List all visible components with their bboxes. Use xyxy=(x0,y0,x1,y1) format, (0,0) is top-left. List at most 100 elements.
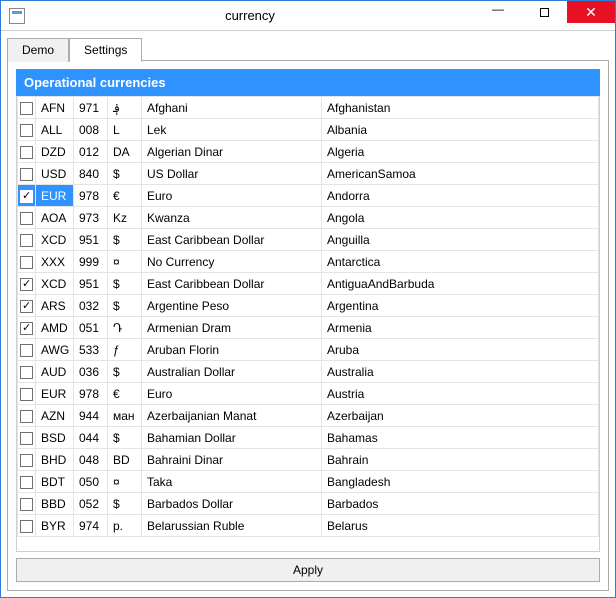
table-row[interactable]: XXX999¤No CurrencyAntarctica xyxy=(18,251,599,273)
currency-symbol: L xyxy=(108,119,142,141)
checkbox-cell[interactable] xyxy=(18,119,36,141)
table-row[interactable]: ALL008LLekAlbania xyxy=(18,119,599,141)
row-checkbox[interactable] xyxy=(20,454,33,467)
currency-symbol: € xyxy=(108,383,142,405)
checkbox-cell[interactable] xyxy=(18,339,36,361)
checkbox-cell[interactable] xyxy=(18,383,36,405)
currency-name: Belarussian Ruble xyxy=(142,515,322,537)
currency-symbol: $ xyxy=(108,427,142,449)
currency-name: East Caribbean Dollar xyxy=(142,273,322,295)
maximize-button[interactable] xyxy=(521,1,567,23)
table-row[interactable]: EUR978€EuroAustria xyxy=(18,383,599,405)
currency-symbol: ¤ xyxy=(108,251,142,273)
currency-name: Lek xyxy=(142,119,322,141)
checkbox-cell[interactable] xyxy=(18,295,36,317)
currency-symbol: Kz xyxy=(108,207,142,229)
checkbox-cell[interactable] xyxy=(18,185,36,207)
row-checkbox[interactable] xyxy=(20,234,33,247)
table-row[interactable]: USD840$US DollarAmericanSamoa xyxy=(18,163,599,185)
row-checkbox[interactable] xyxy=(20,520,33,533)
checkbox-cell[interactable] xyxy=(18,273,36,295)
checkbox-cell[interactable] xyxy=(18,317,36,339)
minimize-button[interactable]: — xyxy=(475,1,521,23)
table-row[interactable]: BBD052$Barbados DollarBarbados xyxy=(18,493,599,515)
checkbox-cell[interactable] xyxy=(18,449,36,471)
table-row[interactable]: AMD051ԴArmenian DramArmenia xyxy=(18,317,599,339)
checkbox-cell[interactable] xyxy=(18,207,36,229)
country-name: Bangladesh xyxy=(322,471,599,493)
currency-code: BHD xyxy=(36,449,74,471)
currency-symbol: $ xyxy=(108,493,142,515)
currency-symbol: p. xyxy=(108,515,142,537)
tab-settings[interactable]: Settings xyxy=(69,38,142,62)
currency-symbol: Դ xyxy=(108,317,142,339)
country-name: Azerbaijan xyxy=(322,405,599,427)
currency-name: Kwanza xyxy=(142,207,322,229)
row-checkbox[interactable] xyxy=(20,168,33,181)
checkbox-cell[interactable] xyxy=(18,361,36,383)
checkbox-cell[interactable] xyxy=(18,251,36,273)
checkbox-cell[interactable] xyxy=(18,405,36,427)
titlebar[interactable]: currency — ✕ xyxy=(1,1,615,31)
table-row[interactable]: AWG533ƒAruban FlorinAruba xyxy=(18,339,599,361)
currency-name: Aruban Florin xyxy=(142,339,322,361)
checkbox-cell[interactable] xyxy=(18,515,36,537)
currency-number: 944 xyxy=(74,405,108,427)
currency-code: AOA xyxy=(36,207,74,229)
table-row[interactable]: ARS032$Argentine PesoArgentina xyxy=(18,295,599,317)
row-checkbox[interactable] xyxy=(20,498,33,511)
currency-symbol: ¤ xyxy=(108,471,142,493)
row-checkbox[interactable] xyxy=(20,410,33,423)
currency-number: 971 xyxy=(74,97,108,119)
table-row[interactable]: BHD048BDBahraini DinarBahrain xyxy=(18,449,599,471)
checkbox-cell[interactable] xyxy=(18,427,36,449)
apply-button[interactable]: Apply xyxy=(16,558,600,582)
table-row[interactable]: XCD951$East Caribbean DollarAnguilla xyxy=(18,229,599,251)
row-checkbox[interactable] xyxy=(20,190,33,203)
grid-scroll-area[interactable]: AFN971؋AfghaniAfghanistanALL008LLekAlban… xyxy=(17,96,599,551)
currency-symbol: $ xyxy=(108,273,142,295)
currency-code: XXX xyxy=(36,251,74,273)
row-checkbox[interactable] xyxy=(20,388,33,401)
checkbox-cell[interactable] xyxy=(18,97,36,119)
table-row[interactable]: BYR974p.Belarussian RubleBelarus xyxy=(18,515,599,537)
row-checkbox[interactable] xyxy=(20,256,33,269)
checkbox-cell[interactable] xyxy=(18,471,36,493)
checkbox-cell[interactable] xyxy=(18,229,36,251)
row-checkbox[interactable] xyxy=(20,322,33,335)
currency-number: 050 xyxy=(74,471,108,493)
currency-number: 974 xyxy=(74,515,108,537)
table-row[interactable]: AOA973KzKwanzaAngola xyxy=(18,207,599,229)
currency-symbol: DA xyxy=(108,141,142,163)
table-row[interactable]: AFN971؋AfghaniAfghanistan xyxy=(18,97,599,119)
table-row[interactable]: AUD036$Australian DollarAustralia xyxy=(18,361,599,383)
currency-code: AWG xyxy=(36,339,74,361)
row-checkbox[interactable] xyxy=(20,102,33,115)
currency-number: 044 xyxy=(74,427,108,449)
tab-demo[interactable]: Demo xyxy=(7,38,69,62)
row-checkbox[interactable] xyxy=(20,366,33,379)
row-checkbox[interactable] xyxy=(20,124,33,137)
row-checkbox[interactable] xyxy=(20,278,33,291)
checkbox-cell[interactable] xyxy=(18,141,36,163)
table-row[interactable]: EUR978€EuroAndorra xyxy=(18,185,599,207)
row-checkbox[interactable] xyxy=(20,146,33,159)
table-row[interactable]: DZD012DAAlgerian DinarAlgeria xyxy=(18,141,599,163)
row-checkbox[interactable] xyxy=(20,476,33,489)
currency-symbol: $ xyxy=(108,229,142,251)
row-checkbox[interactable] xyxy=(20,344,33,357)
country-name: AntiguaAndBarbuda xyxy=(322,273,599,295)
row-checkbox[interactable] xyxy=(20,432,33,445)
row-checkbox[interactable] xyxy=(20,300,33,313)
table-row[interactable]: XCD951$East Caribbean DollarAntiguaAndBa… xyxy=(18,273,599,295)
checkbox-cell[interactable] xyxy=(18,163,36,185)
row-checkbox[interactable] xyxy=(20,212,33,225)
currency-code: EUR xyxy=(36,383,74,405)
table-row[interactable]: BDT050¤TakaBangladesh xyxy=(18,471,599,493)
close-button[interactable]: ✕ xyxy=(567,1,615,23)
checkbox-cell[interactable] xyxy=(18,493,36,515)
country-name: Aruba xyxy=(322,339,599,361)
table-row[interactable]: AZN944манAzerbaijanian ManatAzerbaijan xyxy=(18,405,599,427)
currency-number: 840 xyxy=(74,163,108,185)
table-row[interactable]: BSD044$Bahamian DollarBahamas xyxy=(18,427,599,449)
